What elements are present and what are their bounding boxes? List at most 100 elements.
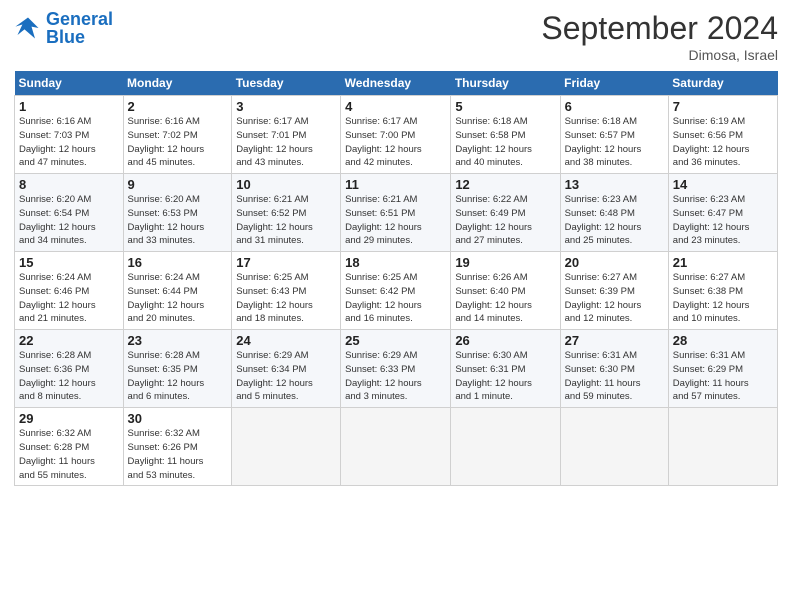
day-info: Sunrise: 6:28 AMSunset: 6:35 PMDaylight:…: [128, 349, 228, 404]
table-row: 23Sunrise: 6:28 AMSunset: 6:35 PMDayligh…: [123, 330, 232, 408]
day-info: Sunrise: 6:31 AMSunset: 6:29 PMDaylight:…: [673, 349, 773, 404]
day-info: Sunrise: 6:32 AMSunset: 6:28 PMDaylight:…: [19, 427, 119, 482]
table-row: 28Sunrise: 6:31 AMSunset: 6:29 PMDayligh…: [668, 330, 777, 408]
table-row: 12Sunrise: 6:22 AMSunset: 6:49 PMDayligh…: [451, 174, 560, 252]
table-row: 1Sunrise: 6:16 AMSunset: 7:03 PMDaylight…: [15, 96, 124, 174]
day-info: Sunrise: 6:24 AMSunset: 6:44 PMDaylight:…: [128, 271, 228, 326]
day-number: 2: [128, 99, 228, 114]
day-info: Sunrise: 6:29 AMSunset: 6:33 PMDaylight:…: [345, 349, 446, 404]
col-saturday: Saturday: [668, 71, 777, 96]
logo-icon: [14, 14, 42, 42]
day-info: Sunrise: 6:23 AMSunset: 6:47 PMDaylight:…: [673, 193, 773, 248]
table-row: 6Sunrise: 6:18 AMSunset: 6:57 PMDaylight…: [560, 96, 668, 174]
day-number: 11: [345, 177, 446, 192]
page-container: General Blue September 2024 Dimosa, Isra…: [0, 0, 792, 612]
day-number: 14: [673, 177, 773, 192]
day-info: Sunrise: 6:23 AMSunset: 6:48 PMDaylight:…: [565, 193, 664, 248]
day-number: 16: [128, 255, 228, 270]
day-number: 1: [19, 99, 119, 114]
table-row: 25Sunrise: 6:29 AMSunset: 6:33 PMDayligh…: [341, 330, 451, 408]
day-number: 19: [455, 255, 555, 270]
table-row: 26Sunrise: 6:30 AMSunset: 6:31 PMDayligh…: [451, 330, 560, 408]
day-info: Sunrise: 6:32 AMSunset: 6:26 PMDaylight:…: [128, 427, 228, 482]
day-number: 6: [565, 99, 664, 114]
col-monday: Monday: [123, 71, 232, 96]
day-number: 9: [128, 177, 228, 192]
day-number: 4: [345, 99, 446, 114]
day-number: 8: [19, 177, 119, 192]
calendar-table: Sunday Monday Tuesday Wednesday Thursday…: [14, 71, 778, 486]
location: Dimosa, Israel: [541, 47, 778, 63]
day-number: 20: [565, 255, 664, 270]
day-number: 21: [673, 255, 773, 270]
table-row: [451, 408, 560, 486]
day-info: Sunrise: 6:27 AMSunset: 6:39 PMDaylight:…: [565, 271, 664, 326]
col-wednesday: Wednesday: [341, 71, 451, 96]
day-info: Sunrise: 6:18 AMSunset: 6:57 PMDaylight:…: [565, 115, 664, 170]
month-title: September 2024: [541, 10, 778, 47]
day-number: 15: [19, 255, 119, 270]
day-info: Sunrise: 6:22 AMSunset: 6:49 PMDaylight:…: [455, 193, 555, 248]
day-number: 18: [345, 255, 446, 270]
day-number: 13: [565, 177, 664, 192]
table-row: 3Sunrise: 6:17 AMSunset: 7:01 PMDaylight…: [232, 96, 341, 174]
day-number: 25: [345, 333, 446, 348]
table-row: [560, 408, 668, 486]
table-row: [341, 408, 451, 486]
table-row: 19Sunrise: 6:26 AMSunset: 6:40 PMDayligh…: [451, 252, 560, 330]
table-row: 7Sunrise: 6:19 AMSunset: 6:56 PMDaylight…: [668, 96, 777, 174]
day-number: 7: [673, 99, 773, 114]
day-number: 27: [565, 333, 664, 348]
table-row: 16Sunrise: 6:24 AMSunset: 6:44 PMDayligh…: [123, 252, 232, 330]
header: General Blue September 2024 Dimosa, Isra…: [14, 10, 778, 63]
table-row: 27Sunrise: 6:31 AMSunset: 6:30 PMDayligh…: [560, 330, 668, 408]
table-row: [232, 408, 341, 486]
table-row: 21Sunrise: 6:27 AMSunset: 6:38 PMDayligh…: [668, 252, 777, 330]
day-info: Sunrise: 6:21 AMSunset: 6:52 PMDaylight:…: [236, 193, 336, 248]
day-info: Sunrise: 6:31 AMSunset: 6:30 PMDaylight:…: [565, 349, 664, 404]
table-row: 17Sunrise: 6:25 AMSunset: 6:43 PMDayligh…: [232, 252, 341, 330]
table-row: 8Sunrise: 6:20 AMSunset: 6:54 PMDaylight…: [15, 174, 124, 252]
table-row: [668, 408, 777, 486]
day-info: Sunrise: 6:27 AMSunset: 6:38 PMDaylight:…: [673, 271, 773, 326]
day-info: Sunrise: 6:25 AMSunset: 6:42 PMDaylight:…: [345, 271, 446, 326]
table-row: 30Sunrise: 6:32 AMSunset: 6:26 PMDayligh…: [123, 408, 232, 486]
day-info: Sunrise: 6:26 AMSunset: 6:40 PMDaylight:…: [455, 271, 555, 326]
table-row: 29Sunrise: 6:32 AMSunset: 6:28 PMDayligh…: [15, 408, 124, 486]
table-row: 24Sunrise: 6:29 AMSunset: 6:34 PMDayligh…: [232, 330, 341, 408]
table-row: 2Sunrise: 6:16 AMSunset: 7:02 PMDaylight…: [123, 96, 232, 174]
day-number: 17: [236, 255, 336, 270]
day-info: Sunrise: 6:17 AMSunset: 7:00 PMDaylight:…: [345, 115, 446, 170]
day-info: Sunrise: 6:16 AMSunset: 7:03 PMDaylight:…: [19, 115, 119, 170]
day-number: 29: [19, 411, 119, 426]
day-number: 24: [236, 333, 336, 348]
day-number: 3: [236, 99, 336, 114]
day-number: 12: [455, 177, 555, 192]
table-row: 13Sunrise: 6:23 AMSunset: 6:48 PMDayligh…: [560, 174, 668, 252]
day-info: Sunrise: 6:16 AMSunset: 7:02 PMDaylight:…: [128, 115, 228, 170]
logo-text: General Blue: [46, 10, 113, 46]
col-sunday: Sunday: [15, 71, 124, 96]
day-info: Sunrise: 6:24 AMSunset: 6:46 PMDaylight:…: [19, 271, 119, 326]
day-number: 28: [673, 333, 773, 348]
day-info: Sunrise: 6:20 AMSunset: 6:54 PMDaylight:…: [19, 193, 119, 248]
day-info: Sunrise: 6:21 AMSunset: 6:51 PMDaylight:…: [345, 193, 446, 248]
day-number: 26: [455, 333, 555, 348]
day-number: 5: [455, 99, 555, 114]
table-row: 10Sunrise: 6:21 AMSunset: 6:52 PMDayligh…: [232, 174, 341, 252]
table-row: 11Sunrise: 6:21 AMSunset: 6:51 PMDayligh…: [341, 174, 451, 252]
logo-general: General: [46, 9, 113, 29]
day-number: 10: [236, 177, 336, 192]
col-thursday: Thursday: [451, 71, 560, 96]
day-info: Sunrise: 6:17 AMSunset: 7:01 PMDaylight:…: [236, 115, 336, 170]
col-friday: Friday: [560, 71, 668, 96]
logo: General Blue: [14, 10, 113, 46]
day-info: Sunrise: 6:30 AMSunset: 6:31 PMDaylight:…: [455, 349, 555, 404]
title-block: September 2024 Dimosa, Israel: [541, 10, 778, 63]
day-number: 23: [128, 333, 228, 348]
table-row: 14Sunrise: 6:23 AMSunset: 6:47 PMDayligh…: [668, 174, 777, 252]
table-row: 4Sunrise: 6:17 AMSunset: 7:00 PMDaylight…: [341, 96, 451, 174]
day-number: 22: [19, 333, 119, 348]
day-info: Sunrise: 6:19 AMSunset: 6:56 PMDaylight:…: [673, 115, 773, 170]
day-info: Sunrise: 6:28 AMSunset: 6:36 PMDaylight:…: [19, 349, 119, 404]
